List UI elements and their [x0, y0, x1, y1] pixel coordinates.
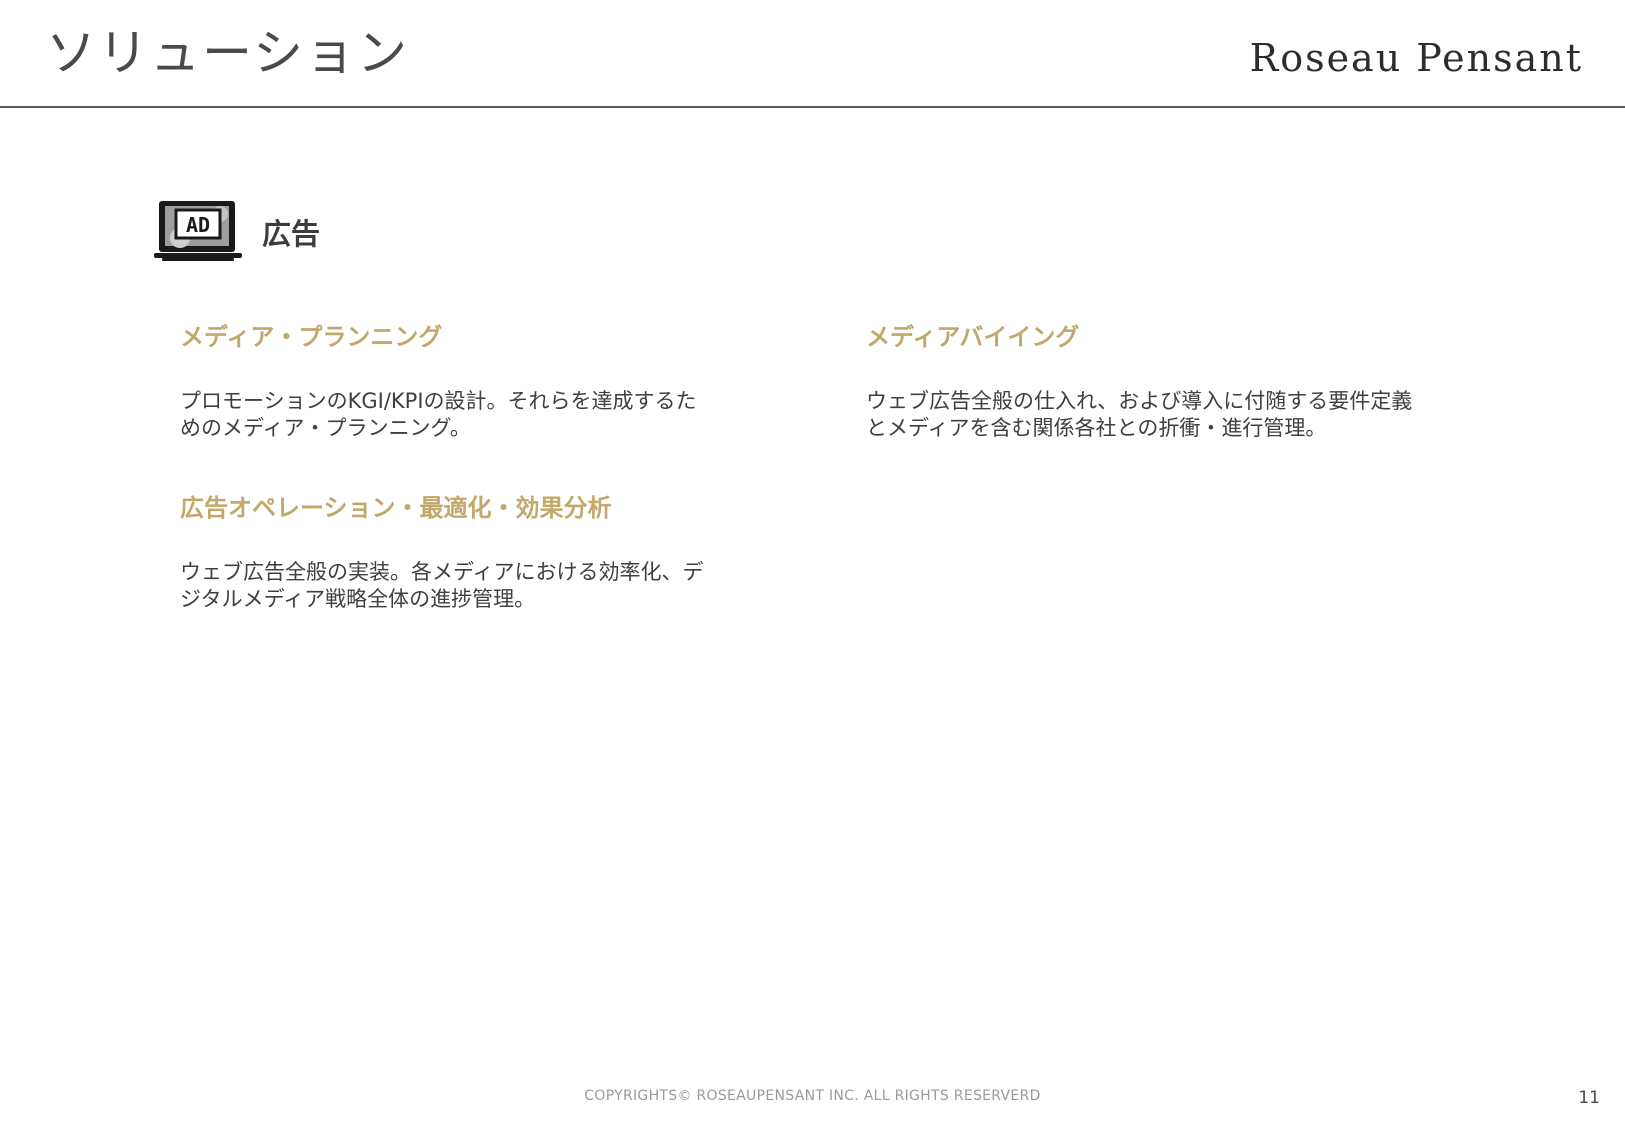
item-description: プロモーションのKGI/KPIの設計。それらを達成するた めのメディア・プランニ… [180, 388, 760, 442]
item-title: メディアバイイング [866, 323, 1080, 351]
page-title: ソリューション [46, 24, 409, 82]
section-title: 広告 [262, 217, 321, 251]
footer-copyright: COPYRIGHTS© ROSEAUPENSANT INC. ALL RIGHT… [584, 1088, 1041, 1104]
item-media-buying: メディアバイイング ウェブ広告全般の仕入れ、および導入に付随する要件定義 とメデ… [866, 320, 1486, 442]
ad-laptop-icon: AD [154, 201, 242, 261]
item-description-line: ウェブ広告全般の実装。各メディアにおける効率化、デ [180, 560, 704, 584]
item-description: ウェブ広告全般の仕入れ、および導入に付随する要件定義 とメディアを含む関係各社と… [866, 388, 1486, 442]
item-description-line: めのメディア・プランニング。 [180, 416, 471, 440]
ad-icon-text: AD [186, 213, 210, 237]
item-description-line: ジタルメディア戦略全体の進捗管理。 [180, 587, 536, 611]
item-description-line: ウェブ広告全般の仕入れ、および導入に付随する要件定義 [866, 389, 1413, 413]
brand-logo: Roseau Pensant [1249, 36, 1583, 80]
section-header: AD 広告 [154, 200, 320, 264]
page-number: 11 [1578, 1088, 1600, 1108]
item-title: メディア・プランニング [180, 323, 443, 351]
item-description: ウェブ広告全般の実装。各メディアにおける効率化、デ ジタルメディア戦略全体の進捗… [180, 559, 760, 613]
item-description-line: プロモーションのKGI/KPIの設計。それらを達成するた [180, 389, 697, 413]
item-media-planning: メディア・プランニング プロモーションのKGI/KPIの設計。それらを達成するた… [180, 320, 760, 442]
item-ad-operations: 広告オペレーション・最適化・効果分析 ウェブ広告全般の実装。各メディアにおける効… [180, 491, 760, 613]
header-divider [0, 106, 1625, 108]
item-title: 広告オペレーション・最適化・効果分析 [180, 494, 612, 522]
item-description-line: とメディアを含む関係各社との折衝・進行管理。 [866, 416, 1327, 440]
